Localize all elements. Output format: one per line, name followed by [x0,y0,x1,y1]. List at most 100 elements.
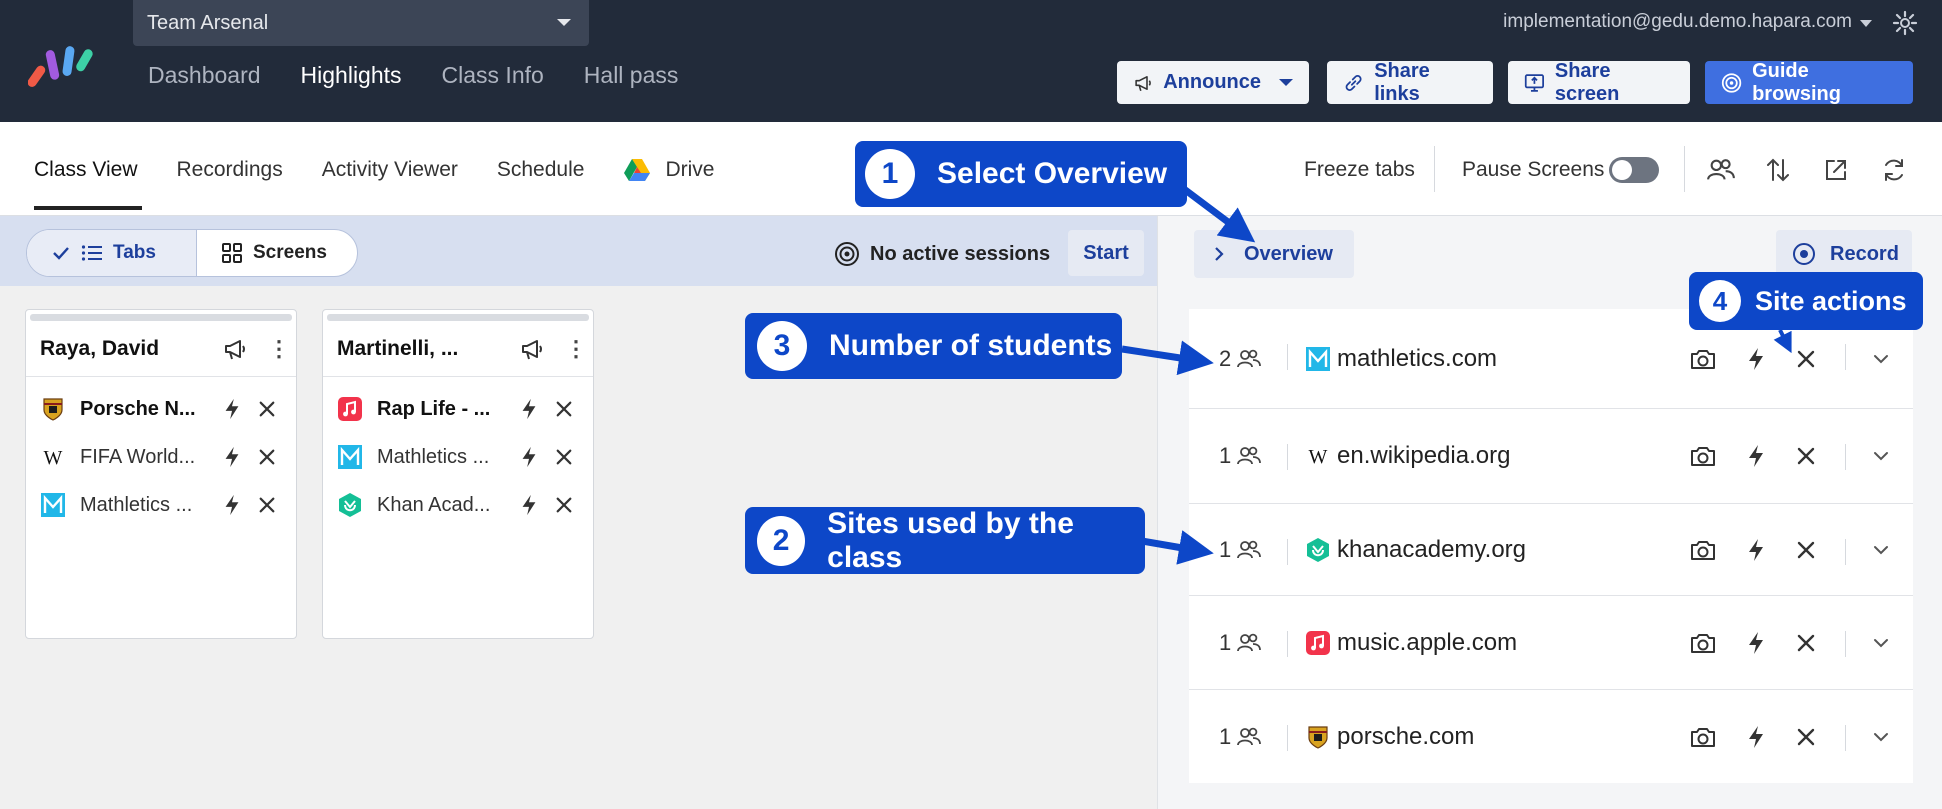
chevron-down-icon[interactable] [1871,540,1891,560]
bolt-icon[interactable] [1745,538,1767,562]
student-tab-row[interactable]: Porsche N... [26,385,296,433]
tab-recordings[interactable]: Recordings [176,158,282,182]
nav-highlights[interactable]: Highlights [301,62,402,89]
bolt-icon[interactable] [1745,631,1767,655]
megaphone-icon[interactable] [519,336,545,362]
student-card[interactable]: Martinelli, ... ⋮ Rap Life - ... Mathlet… [322,309,594,639]
close-icon[interactable] [555,400,573,418]
tab-drive-label: Drive [665,158,715,181]
guide-browsing-button[interactable]: Guide browsing [1705,60,1913,105]
user-menu[interactable]: implementation@gedu.demo.hapara.com [1503,11,1872,33]
record-button[interactable]: Record [1776,230,1912,278]
student-tab-row[interactable]: Mathletics ... [323,433,593,481]
camera-icon[interactable] [1689,537,1717,563]
close-icon[interactable] [1796,727,1816,747]
bolt-icon[interactable] [519,494,539,516]
share-screen-button[interactable]: Share screen [1508,59,1690,105]
sort-icon[interactable] [1764,156,1792,184]
tab-title: Rap Life - ... [377,397,491,420]
bolt-icon[interactable] [222,494,242,516]
share-links-button[interactable]: Share links [1327,60,1493,105]
close-icon[interactable] [555,496,573,514]
share-screen-label: Share screen [1554,59,1620,105]
chevron-down-icon[interactable] [1871,349,1891,369]
view-tabs: Class View Recordings Activity Viewer Sc… [34,158,714,182]
user-email: implementation@gedu.demo.hapara.com [1503,11,1852,32]
site-row[interactable]: 1 en.wikipedia.org [1189,409,1913,504]
site-row[interactable]: 1 khanacademy.org [1189,504,1913,596]
chevron-down-icon[interactable] [1871,446,1891,466]
close-icon[interactable] [1796,540,1816,560]
student-tab-row[interactable]: FIFA World... [26,433,296,481]
freeze-tabs-button[interactable]: Freeze tabs [1304,158,1415,182]
camera-icon[interactable] [1689,630,1717,656]
student-card[interactable]: Raya, David ⋮ Porsche N... FIFA World...… [25,309,297,639]
student-tab-row[interactable]: Mathletics ... [26,481,296,529]
mathletics-icon [337,444,363,470]
class-selector[interactable]: Team Arsenal [133,0,589,46]
divider [1287,631,1288,657]
bolt-icon[interactable] [1745,725,1767,749]
camera-icon[interactable] [1689,724,1717,750]
student-count: 2 [1219,346,1261,372]
overview-button[interactable]: Overview [1194,230,1354,278]
student-name: Raya, David [40,336,160,360]
monitor-icon [1524,73,1544,92]
chevron-down-icon[interactable] [1871,727,1891,747]
site-row[interactable]: 1 music.apple.com [1189,596,1913,690]
class-name: Team Arsenal [147,12,269,34]
bolt-icon[interactable] [222,398,242,420]
session-status-text: No active sessions [870,242,1051,265]
target-icon [835,242,859,266]
pause-screens-toggle[interactable] [1609,157,1659,183]
divider [1845,539,1846,565]
hapara-logo-icon[interactable] [28,40,100,88]
more-options-icon[interactable]: ⋮ [268,336,290,362]
start-session-button[interactable]: Start [1068,230,1144,276]
tabs-view-button[interactable]: Tabs [27,230,197,276]
group-icon[interactable] [1707,156,1735,184]
camera-icon[interactable] [1689,346,1717,372]
bolt-icon[interactable] [519,446,539,468]
student-tab-row[interactable]: Khan Acad... [323,481,593,529]
tab-drive[interactable]: Drive [623,158,714,182]
refresh-icon[interactable] [1880,156,1908,184]
wikipedia-icon [1305,443,1331,469]
bolt-icon[interactable] [1745,347,1767,371]
site-row[interactable]: 1 porsche.com [1189,690,1913,783]
close-icon[interactable] [1796,349,1816,369]
megaphone-icon [1133,72,1153,94]
apple-music-icon [1305,630,1331,656]
tab-class-view[interactable]: Class View [34,158,137,182]
bolt-icon[interactable] [222,446,242,468]
close-icon[interactable] [1796,446,1816,466]
divider [1287,344,1288,370]
bolt-icon[interactable] [1745,444,1767,468]
gear-icon[interactable] [1892,10,1918,36]
close-icon[interactable] [555,448,573,466]
student-tab-row[interactable]: Rap Life - ... [323,385,593,433]
close-icon[interactable] [258,496,276,514]
session-status: No active sessions [834,241,1050,267]
porsche-icon [40,396,66,422]
callout-number-of-students: 3 Number of students [745,313,1122,379]
nav-dashboard[interactable]: Dashboard [148,62,261,89]
screens-view-button[interactable]: Screens [197,230,351,276]
megaphone-icon[interactable] [222,336,248,362]
tab-activity-viewer[interactable]: Activity Viewer [322,158,458,182]
camera-icon[interactable] [1689,443,1717,469]
announce-button[interactable]: Announce [1117,61,1309,104]
more-options-icon[interactable]: ⋮ [565,336,587,362]
bolt-icon[interactable] [519,398,539,420]
chevron-down-icon[interactable] [1871,633,1891,653]
nav-class-info[interactable]: Class Info [442,62,544,89]
nav-hall-pass[interactable]: Hall pass [584,62,679,89]
close-icon[interactable] [258,448,276,466]
close-icon[interactable] [258,400,276,418]
tab-schedule[interactable]: Schedule [497,158,585,182]
divider [1287,725,1288,751]
chevron-right-icon [1215,247,1224,261]
close-icon[interactable] [1796,633,1816,653]
callout-sites-used: 2 Sites used by the class [745,507,1145,574]
open-external-icon[interactable] [1822,156,1850,184]
